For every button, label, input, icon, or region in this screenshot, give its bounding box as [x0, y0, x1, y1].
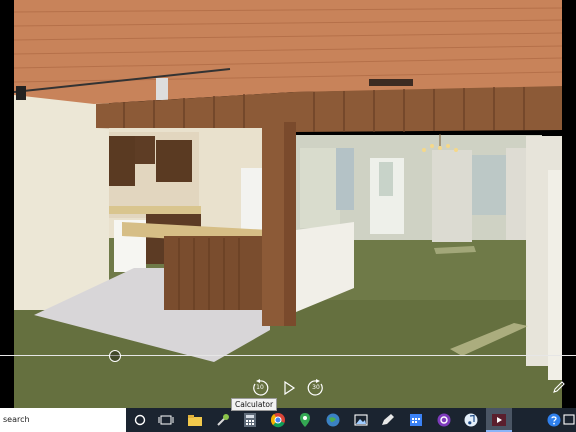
pencil-icon: [553, 381, 565, 393]
notification-icon: [563, 414, 575, 425]
search-box[interactable]: search: [0, 408, 126, 432]
help-icon: [547, 413, 561, 427]
media-player-icon: [492, 414, 506, 426]
notification-button[interactable]: [562, 412, 576, 428]
forward-button[interactable]: 30: [307, 379, 325, 397]
photos-button[interactable]: [353, 412, 369, 428]
forward-seconds: 30: [312, 384, 320, 391]
globe-icon: [326, 413, 340, 427]
photo-viewer: [0, 0, 576, 408]
maps-button[interactable]: [297, 412, 313, 428]
circle-icon: [134, 414, 146, 426]
calculator-icon: [244, 413, 256, 427]
edit-button[interactable]: [552, 380, 566, 394]
maps-icon: [300, 413, 310, 427]
rewind-seconds: 10: [256, 384, 264, 391]
taskbar-tooltip: Calculator: [231, 398, 278, 411]
tool-app-button[interactable]: [215, 412, 231, 428]
media-player-button[interactable]: [491, 412, 507, 428]
playback-scrub-handle[interactable]: [109, 350, 121, 362]
chrome-button[interactable]: [270, 412, 286, 428]
calendar-button[interactable]: [408, 412, 424, 428]
playback-progress-bar[interactable]: [0, 355, 576, 356]
edit-app-button[interactable]: [380, 412, 396, 428]
cortana-search-button[interactable]: [132, 412, 148, 428]
task-view-icon: [158, 415, 174, 425]
file-explorer-button[interactable]: [187, 412, 203, 428]
rewind-button[interactable]: 10: [251, 379, 269, 397]
play-button[interactable]: [282, 380, 296, 396]
calculator-button[interactable]: [242, 412, 258, 428]
photos-icon: [354, 414, 368, 426]
room-photo: [14, 0, 562, 408]
tool-icon: [217, 414, 229, 426]
folder-icon: [188, 415, 202, 426]
globe-app-button[interactable]: [325, 412, 341, 428]
play-icon: [284, 380, 296, 396]
calendar-icon: [410, 414, 422, 426]
task-view-button[interactable]: [158, 412, 174, 428]
cortana-button[interactable]: [436, 412, 452, 428]
chrome-icon: [270, 413, 285, 428]
taskbar: search: [0, 408, 576, 432]
cortana-icon: [437, 413, 451, 427]
help-button[interactable]: [546, 412, 562, 428]
edit-icon: [382, 414, 394, 425]
music-button[interactable]: [463, 412, 479, 428]
music-icon: [464, 413, 478, 427]
